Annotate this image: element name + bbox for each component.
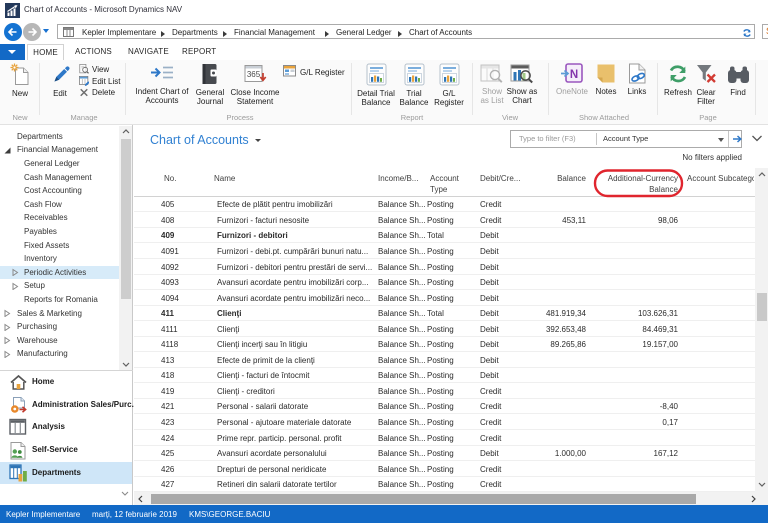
svg-text:365: 365 bbox=[246, 70, 260, 79]
svg-text:N: N bbox=[570, 69, 578, 81]
